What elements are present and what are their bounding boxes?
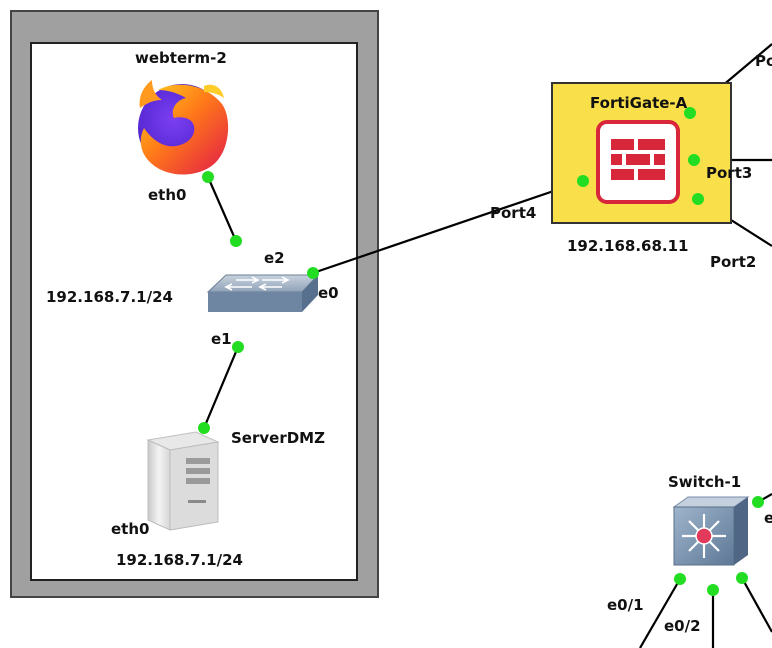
link-switch1-e0-1[interactable] (639, 578, 681, 648)
switch1-port-e0-1: e0/1 (607, 596, 644, 614)
fortigate-dot-port2[interactable] (692, 193, 704, 205)
fortigate-port3: Port3 (706, 164, 752, 182)
multilayer-switch-icon (672, 496, 750, 566)
switch1-dot-e0-2[interactable] (707, 584, 719, 596)
fortigate-port1-partial: Po (755, 52, 772, 70)
webterm-port-dot[interactable] (202, 171, 214, 183)
node-fortigate[interactable]: FortiGate-A 192.168.68.11 Port4 Port3 Po… (490, 52, 772, 271)
node-switch1[interactable]: Switch-1 e e0/1 e0/2 (607, 473, 772, 635)
webterm-name: webterm-2 (135, 49, 227, 67)
dmz-switch-ip: 192.168.7.1/24 (46, 288, 173, 306)
dmz-switch-port-e1: e1 (211, 330, 232, 348)
server-ip: 192.168.7.1/24 (116, 551, 243, 569)
switch1-port-e-partial: e (764, 509, 772, 527)
fortigate-dot-port3[interactable] (688, 154, 700, 166)
switch1-dot-e0-1[interactable] (674, 573, 686, 585)
fortigate-port4: Port4 (490, 204, 536, 222)
switch1-dot-e[interactable] (752, 496, 764, 508)
dmz-switch-dot-e1[interactable] (232, 341, 244, 353)
dmz-switch-port-e0: e0 (318, 284, 339, 302)
dmz-switch-dot-e0[interactable] (307, 267, 319, 279)
switch1-dot-e0-3[interactable] (736, 572, 748, 584)
fortigate-dot-port4[interactable] (577, 175, 589, 187)
ethernet-switch-icon (206, 274, 320, 312)
webterm-iface: eth0 (148, 186, 186, 204)
fortigate-name: FortiGate-A (590, 94, 688, 112)
switch1-name: Switch-1 (668, 473, 741, 491)
fortigate-dot-port1[interactable] (684, 107, 696, 119)
fortigate-port2: Port2 (710, 253, 756, 271)
server-tower-icon (146, 431, 220, 531)
firewall-icon (596, 120, 680, 204)
dmz-switch-dot-e2[interactable] (230, 235, 242, 247)
server-name: ServerDMZ (231, 429, 325, 447)
fortigate-ip: 192.168.68.11 (567, 237, 688, 255)
server-iface: eth0 (111, 520, 149, 538)
server-port-dot[interactable] (198, 422, 210, 434)
switch1-port-e0-2: e0/2 (664, 617, 701, 635)
dmz-switch-port-e2: e2 (264, 249, 285, 267)
link-switch1-e0-3[interactable] (741, 577, 772, 633)
